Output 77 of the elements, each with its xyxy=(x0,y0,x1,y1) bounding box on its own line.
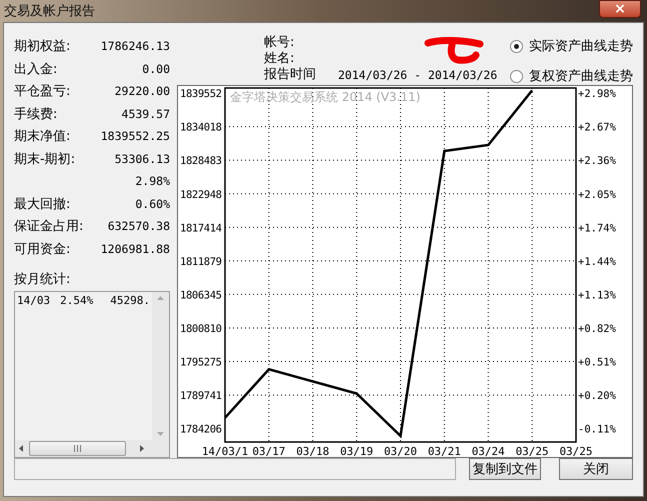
axis-label: 1817414 xyxy=(180,222,222,234)
stat-value: 1206981.88 xyxy=(100,242,170,256)
axis-label: 1795275 xyxy=(180,356,222,369)
axis-label: 03/18 xyxy=(296,445,330,457)
grip-icon xyxy=(74,445,81,452)
stat-value: 1786246.13 xyxy=(100,39,170,54)
name-label: 姓名: xyxy=(264,51,296,67)
axis-label: 03/17 xyxy=(252,445,286,457)
redaction-scribble xyxy=(424,35,484,67)
list-cell-text: 45298. xyxy=(109,294,150,307)
vertical-scrollbar[interactable] xyxy=(152,292,169,440)
up-arrow-icon xyxy=(157,296,164,300)
stat-value: 29220.00 xyxy=(114,84,170,98)
axis-label: 03/25 xyxy=(559,445,593,457)
stat-value: 0.60% xyxy=(135,196,170,211)
horizontal-scrollbar[interactable] xyxy=(15,440,152,457)
axis-label: 1839552 xyxy=(180,88,222,100)
report-time-label: 报告时间 xyxy=(264,67,316,83)
axis-label: +2.67% xyxy=(578,122,616,134)
axis-label: 1806345 xyxy=(180,289,222,302)
report-time-value: 2014/03/26 - 2014/03/26 xyxy=(338,68,498,82)
axis-label: +1.13% xyxy=(578,289,616,302)
axis-label: +2.05% xyxy=(578,188,616,201)
radio-button[interactable] xyxy=(510,40,523,52)
stat-value: 1839552.25 xyxy=(100,129,170,144)
axis-label: -0.11% xyxy=(578,424,616,436)
axis-label: 1800810 xyxy=(180,322,222,335)
axis-label: +1.74% xyxy=(578,222,616,234)
chart-title: 金字塔决策交易系统 2014 (V3.11) xyxy=(230,90,420,104)
radio-label[interactable]: 实际资产曲线走势 xyxy=(529,37,633,55)
monthly-list[interactable]: 14/03 2.54% 45298. xyxy=(14,291,170,458)
stat-value: 2.98% xyxy=(135,174,170,188)
stat-label: 出入金: xyxy=(14,60,58,78)
axis-label: +0.51% xyxy=(578,356,616,369)
stat-value: 0.00 xyxy=(142,62,170,76)
stat-label: 最大回撤: xyxy=(14,196,70,213)
stat-value: 4539.57 xyxy=(122,106,170,121)
axis-label: +0.20% xyxy=(578,390,616,402)
list-cell: 2.54% xyxy=(60,294,94,307)
stat-label: 期末-期初: xyxy=(14,150,76,168)
monthly-label: 按月统计: xyxy=(14,271,72,288)
scroll-thumb[interactable] xyxy=(29,441,126,456)
axis-label: 03/19 xyxy=(340,445,374,457)
axis-label: +0.82% xyxy=(578,322,616,335)
copy-to-file-button[interactable]: 复制到文件 xyxy=(469,458,541,480)
down-arrow-icon xyxy=(157,432,164,436)
stat-label: 保证金占用: xyxy=(14,218,84,236)
radio-label[interactable]: 复权资产曲线走势 xyxy=(529,67,633,85)
axis-label: 14/03/1 xyxy=(202,445,248,457)
right-arrow-icon xyxy=(140,445,144,452)
close-button[interactable]: × xyxy=(599,0,641,18)
account-label: 帐号: xyxy=(264,35,296,51)
axis-label: 03/25 xyxy=(516,445,549,457)
stat-label: 平仓盈亏: xyxy=(14,83,70,100)
axis-label: 03/20 xyxy=(384,445,418,457)
radio-button[interactable] xyxy=(510,70,523,82)
close-dialog-button[interactable]: 关闭 xyxy=(559,458,633,480)
stat-label: 期末净值: xyxy=(14,128,70,146)
stat-label: 期初权益: xyxy=(14,38,70,56)
stat-label: 可用资金: xyxy=(14,240,70,258)
window-title: 交易及帐户报告 xyxy=(4,3,95,20)
axis-label: 1822948 xyxy=(180,188,222,201)
axis-label: 1784206 xyxy=(180,424,222,436)
axis-label: 1811879 xyxy=(180,256,222,268)
axis-label: +2.36% xyxy=(578,155,616,168)
left-arrow-icon xyxy=(19,445,23,452)
stat-value: 53306.13 xyxy=(114,152,170,166)
stat-value: 632570.38 xyxy=(108,219,170,234)
axis-label: 03/24 xyxy=(472,445,505,457)
axis-label: 1834018 xyxy=(180,122,222,134)
axis-label: +2.98% xyxy=(578,88,616,100)
list-cell: 14/03 xyxy=(17,294,50,307)
axis-label: 1789741 xyxy=(180,390,222,402)
axis-label: +1.44% xyxy=(578,256,616,268)
stat-label: 手续费: xyxy=(14,106,58,123)
axis-label: 03/21 xyxy=(428,445,461,457)
axis-label: 1828483 xyxy=(180,155,222,168)
